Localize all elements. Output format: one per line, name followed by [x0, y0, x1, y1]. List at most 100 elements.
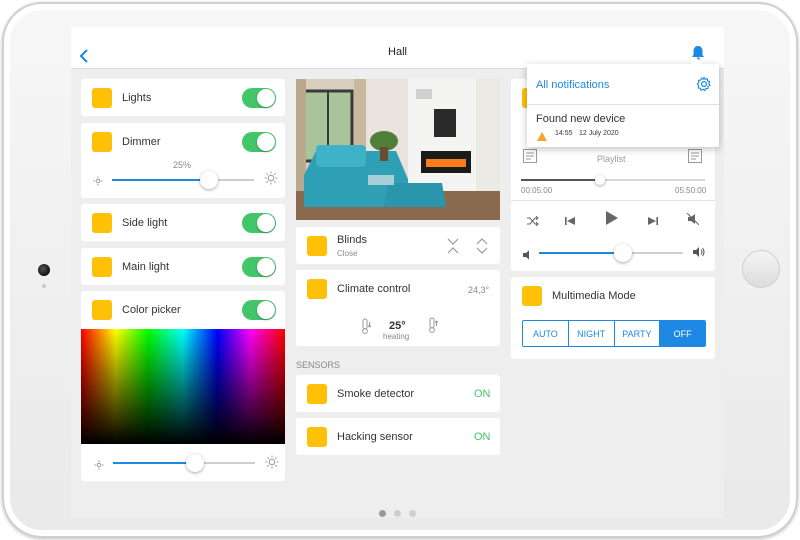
dimmer-slider[interactable]: [112, 171, 254, 189]
all-notifications-link[interactable]: All notifications: [536, 79, 609, 91]
slider-thumb[interactable]: [186, 454, 205, 472]
hacking-sensor-card: Hacking sensor ON: [296, 418, 500, 455]
toggle-knob: [257, 258, 275, 276]
blinds-label: Blinds: [337, 234, 367, 246]
side-light-label: Side light: [122, 217, 168, 229]
lights-toggle[interactable]: [242, 88, 276, 108]
playlist-label: Playlist: [597, 154, 626, 164]
track-progress-slider[interactable]: [521, 175, 705, 185]
smoke-status: ON: [474, 388, 491, 400]
side-light-toggle[interactable]: [242, 213, 276, 233]
page-indicator: [71, 504, 724, 518]
color-brightness-slider[interactable]: [113, 454, 255, 472]
hacking-device-icon: [307, 427, 327, 447]
notification-time: 14:55: [555, 130, 573, 137]
dimmer-device-icon: [92, 132, 112, 152]
hacking-label: Hacking sensor: [337, 431, 413, 443]
main-light-toggle[interactable]: [242, 257, 276, 277]
smoke-device-icon: [307, 384, 327, 404]
volume-slider[interactable]: [539, 244, 683, 262]
slider-thumb[interactable]: [595, 175, 606, 185]
divider: [527, 104, 719, 105]
hacking-status: ON: [474, 431, 491, 443]
sun-small-icon: [93, 173, 103, 191]
warning-icon: [537, 128, 547, 146]
notification-date: 12 July 2020: [579, 130, 619, 137]
smoke-detector-card: Smoke detector ON: [296, 375, 500, 412]
toggle-knob: [257, 89, 275, 107]
collapse-arrows-icon[interactable]: [446, 238, 460, 259]
page-dot[interactable]: [409, 510, 416, 517]
sensor-dot: [42, 284, 46, 288]
thermometer-down-icon[interactable]: [360, 318, 372, 339]
play-icon[interactable]: [605, 210, 619, 231]
lights-label: Lights: [122, 92, 152, 104]
dimmer-card: Dimmer 25%: [81, 123, 285, 198]
volume-low-icon: [522, 247, 532, 265]
color-picker-toggle[interactable]: [242, 300, 276, 320]
multimedia-mode-selector: AUTO NIGHT PARTY OFF: [522, 320, 706, 347]
toggle-knob: [257, 214, 275, 232]
slider-fill: [539, 252, 623, 254]
multimedia-device-icon: [522, 286, 542, 306]
slider-thumb[interactable]: [613, 244, 632, 262]
notification-title[interactable]: Found new device: [536, 113, 625, 125]
toggle-knob: [257, 133, 275, 151]
time-current: 00:05:00: [521, 186, 553, 195]
climate-device-icon: [307, 279, 327, 299]
blinds-status: Close: [337, 249, 358, 258]
shuffle-icon[interactable]: [527, 213, 539, 231]
climate-current-temp: 24,3°: [468, 285, 490, 295]
sun-large-icon: [264, 171, 278, 190]
slider-thumb[interactable]: [199, 171, 218, 189]
lights-card: Lights: [81, 79, 285, 116]
toggle-knob: [257, 301, 275, 319]
sun-large-icon: [265, 455, 279, 474]
volume-card: [511, 234, 715, 271]
climate-label: Climate control: [337, 283, 411, 295]
next-icon[interactable]: [648, 213, 658, 231]
dimmer-value: 25%: [173, 160, 192, 170]
volume-high-icon: [692, 245, 706, 264]
mode-off-button[interactable]: OFF: [660, 321, 705, 346]
lights-device-icon: [92, 88, 112, 108]
screen: Hall Lights Dimmer 25% Side light Main l…: [71, 27, 724, 518]
mode-auto-button[interactable]: AUTO: [523, 321, 569, 346]
popover-caret: [691, 58, 703, 64]
sun-small-icon: [94, 457, 104, 475]
dimmer-toggle[interactable]: [242, 132, 276, 152]
mute-icon[interactable]: [686, 212, 700, 230]
home-button[interactable]: [742, 250, 780, 288]
previous-icon[interactable]: [565, 213, 575, 231]
playlist-right-icon[interactable]: [688, 149, 702, 168]
expand-arrows-icon[interactable]: [475, 238, 489, 259]
notifications-popover: All notifications Found new device 14:55…: [527, 58, 719, 147]
main-light-device-icon: [92, 257, 112, 277]
blinds-card: Blinds Close: [296, 227, 500, 264]
page-dot[interactable]: [394, 510, 401, 517]
blinds-device-icon: [307, 236, 327, 256]
slider-fill: [112, 179, 209, 181]
playlist-left-icon[interactable]: [523, 149, 537, 168]
time-total: 05:50:00: [675, 186, 707, 195]
room-camera-image[interactable]: [296, 79, 500, 220]
climate-card: Climate control 24,3° 25° heating: [296, 270, 500, 346]
slider-fill: [521, 179, 601, 181]
main-light-label: Main light: [122, 261, 170, 273]
color-picker-label: Color picker: [122, 304, 181, 316]
gear-icon[interactable]: [696, 76, 712, 97]
climate-target-temp: 25°: [389, 320, 406, 332]
side-light-device-icon: [92, 213, 112, 233]
page-dot[interactable]: [379, 510, 386, 517]
mode-party-button[interactable]: PARTY: [614, 321, 661, 346]
slider-fill: [113, 462, 196, 464]
thermometer-up-icon[interactable]: [427, 317, 439, 338]
dimmer-label: Dimmer: [122, 136, 161, 148]
divider: [511, 200, 715, 201]
sensors-section-title: SENSORS: [296, 360, 341, 370]
top-bar: Hall: [71, 27, 724, 69]
mode-night-button[interactable]: NIGHT: [568, 321, 615, 346]
page-title: Hall: [388, 46, 407, 58]
multimedia-mode-label: Multimedia Mode: [552, 290, 636, 302]
color-spectrum[interactable]: [81, 329, 285, 444]
